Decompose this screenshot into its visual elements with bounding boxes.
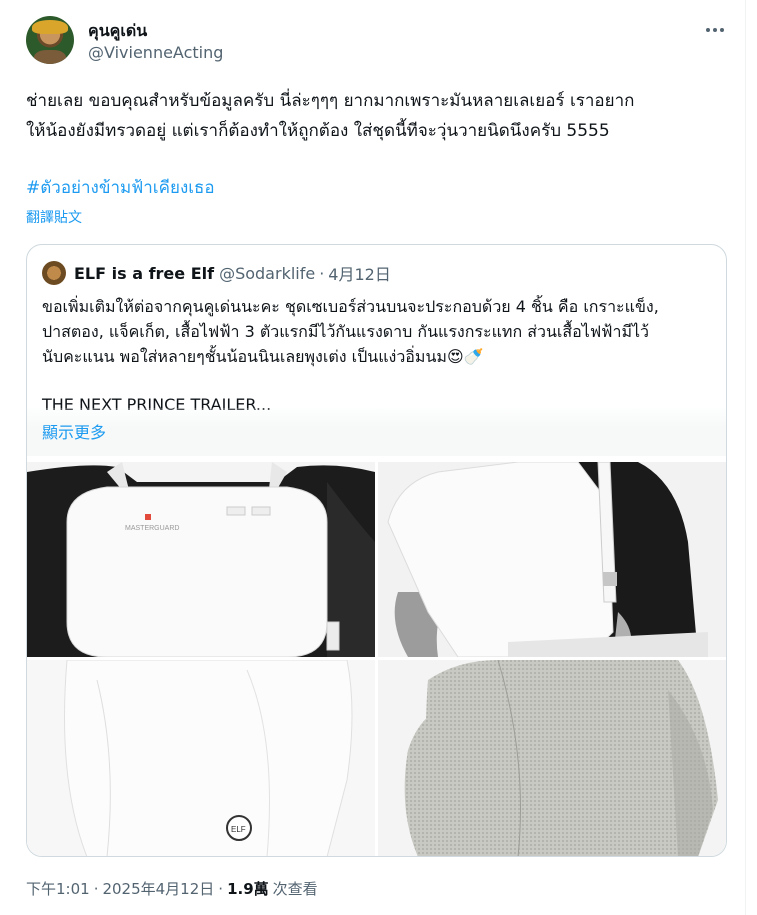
show-more-link[interactable]: 顯示更多 [42, 419, 106, 443]
hashtag-link[interactable]: #ตัวอย่างข้ามฟ้าเคียงเธอ [26, 174, 215, 201]
quoted-tweet[interactable]: ELF is a free Elf @Sodarklife · 4月12日 ขอ… [26, 244, 727, 857]
quoted-author-name: ELF is a free Elf [74, 263, 215, 283]
separator-dot: · [218, 879, 224, 898]
quoted-tweet-header: ELF is a free Elf @Sodarklife · 4月12日 [42, 261, 391, 285]
tweet-time[interactable]: 下午1:01 [26, 878, 90, 899]
separator-dot: · [93, 879, 99, 898]
tweet-date[interactable]: 2025年4月12日 [102, 878, 214, 899]
author-display-name[interactable]: คุนคูเด่น [88, 19, 147, 44]
more-options-icon[interactable] [703, 20, 727, 40]
photo-grid: MASTERGUARD ELF [27, 462, 726, 856]
photo-jacket-side[interactable] [378, 462, 726, 657]
jacket-side-illustration [378, 462, 726, 657]
show-more-fade [27, 408, 726, 456]
tweet-header: คุนคูเด่น @VivienneActing [26, 16, 731, 68]
quoted-tweet-text: ขอเพิ่มเติมให้ต่อจากคุนคูเด่นนะคะ ชุดเซเ… [42, 297, 659, 366]
avatar-shirt [34, 50, 66, 64]
tweet-meta: 下午1:01 · 2025年4月12日 · 1.9萬 次查看 [26, 878, 318, 899]
avatar-hat [32, 20, 68, 34]
photo-lame-jacket[interactable] [378, 660, 726, 856]
brand-label: MASTERGUARD [125, 525, 179, 532]
separator-dot: · [319, 263, 325, 283]
view-count: 1.9萬 [227, 880, 269, 898]
lame-jacket-illustration [378, 660, 726, 856]
quoted-tweet-date: 4月12日 [328, 265, 391, 284]
patch-label: ELF [231, 825, 246, 834]
author-handle[interactable]: @VivienneActing [88, 43, 223, 62]
photo-plastron[interactable]: MASTERGUARD [27, 462, 375, 657]
translate-post-link[interactable]: 翻譯貼文 [26, 207, 82, 227]
photo-jacket-front[interactable]: ELF [27, 660, 375, 856]
author-avatar[interactable] [26, 16, 74, 64]
quoted-author-handle: @Sodarklife [219, 263, 316, 283]
plastron-illustration: MASTERGUARD [27, 462, 375, 657]
tweet-detail: คุนคูเด่น @VivienneActing ช่ายเลย ขอบคุณ… [0, 0, 746, 915]
tweet-text: ช่ายเลย ขอบคุณสำหรับข้อมูลครับ นี่ล่ะๆๆๆ… [26, 91, 635, 141]
jacket-front-illustration: ELF [27, 660, 375, 856]
quoted-author-avatar [42, 261, 66, 285]
views-label: 次查看 [272, 880, 318, 898]
